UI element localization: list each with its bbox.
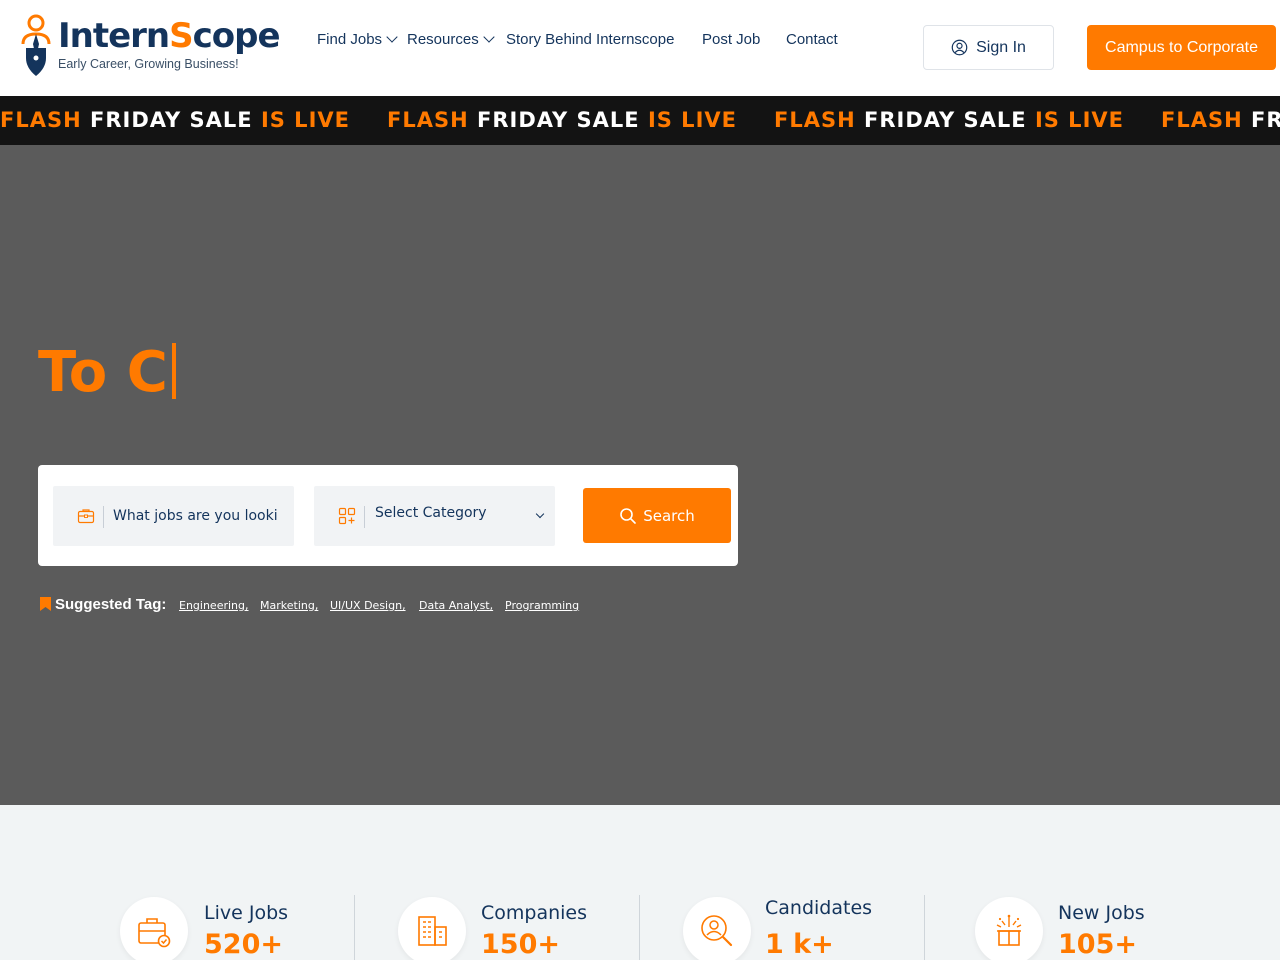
tag-engineering[interactable]: Engineering,: [179, 599, 249, 612]
keyword-field: [53, 486, 294, 546]
keyword-search-input[interactable]: [113, 504, 278, 528]
new-jobs-stat-icon: [975, 897, 1043, 960]
ticker-message: FLASH FRIDAY SALE IS LIVE: [774, 108, 1124, 132]
typing-cursor: [171, 343, 176, 399]
new-jobs-value: 105+: [1058, 929, 1137, 960]
nav-resources[interactable]: Resources: [407, 31, 495, 48]
field-separator: [364, 506, 365, 528]
briefcase-icon: [77, 509, 95, 524]
ticker-message: FLASH FRIDAY SALE IS LIVE: [1161, 108, 1280, 132]
field-separator: [103, 506, 104, 528]
brand-tagline: Early Career, Growing Business!: [58, 57, 239, 71]
nav-find-jobs[interactable]: Find Jobs: [317, 31, 398, 48]
site-logo[interactable]: InternScope Early Career, Growing Busine…: [20, 14, 281, 78]
logo-person-icon: [21, 14, 51, 76]
job-search-form: Select Category Search: [38, 465, 738, 566]
companies-label: Companies: [481, 902, 588, 924]
tag-data-analyst[interactable]: Data Analyst,: [419, 599, 493, 612]
nav-story-label: Story Behind Internscope: [506, 31, 675, 48]
suggested-tags-label: Suggested Tag:: [55, 596, 167, 613]
category-select[interactable]: Select Category: [314, 486, 555, 546]
nav-story[interactable]: Story Behind Internscope: [506, 31, 674, 48]
nav-post-job-label: Post Job: [702, 31, 761, 48]
hero-title-text: To C: [38, 340, 168, 405]
chevron-down-icon: [386, 31, 398, 43]
stat-divider: [354, 895, 355, 960]
ticker-message: FLASH FRIDAY SALE IS LIVE: [0, 108, 350, 132]
briefcase-icon: [138, 918, 171, 948]
companies-value: 150+: [481, 929, 560, 960]
chevron-down-icon: [483, 31, 495, 43]
search-button[interactable]: Search: [583, 488, 731, 543]
stats-section: Live Jobs 520+ Companies 150+ Candidates…: [0, 805, 1280, 960]
gift-box-icon: [996, 914, 1022, 946]
sign-in-label: Sign In: [976, 38, 1026, 56]
candidates-value: 1 k+: [765, 929, 834, 960]
ticker-message: FLASH FRIDAY SALE IS LIVE: [387, 108, 737, 132]
search-icon: [620, 507, 637, 524]
tag-programming[interactable]: Programming: [505, 599, 579, 612]
nav-post-job[interactable]: Post Job: [702, 31, 760, 48]
search-button-label: Search: [643, 506, 695, 525]
tag-marketing[interactable]: Marketing,: [260, 599, 318, 612]
tag-ui-ux-design[interactable]: UI/UX Design,: [330, 599, 406, 612]
live-jobs-stat-icon: [120, 897, 188, 960]
category-grid-icon: [338, 507, 356, 525]
candidate-search-icon: [701, 915, 733, 947]
candidates-label: Candidates: [765, 897, 873, 919]
nav-contact-label: Contact: [786, 31, 838, 48]
new-jobs-label: New Jobs: [1058, 902, 1145, 924]
brand-name: InternScope: [58, 16, 281, 56]
campus-to-corporate-button[interactable]: Campus to Corporate: [1087, 25, 1276, 70]
hero-section: To C Select Category Search Suggested Ta…: [0, 145, 1280, 805]
hero-typing-title: To C: [38, 340, 176, 405]
candidates-stat-icon: [683, 897, 751, 960]
nav-contact[interactable]: Contact: [786, 31, 838, 48]
live-jobs-label: Live Jobs: [204, 902, 289, 924]
site-header: InternScope Early Career, Growing Busine…: [0, 0, 1280, 96]
nav-find-jobs-label: Find Jobs: [317, 31, 383, 48]
sign-in-button[interactable]: Sign In: [923, 25, 1054, 70]
chevron-down-icon: [535, 509, 545, 519]
companies-stat-icon: [398, 897, 466, 960]
bookmark-icon: [40, 597, 51, 611]
sale-ticker: FLASH FRIDAY SALE IS LIVE FLASH FRIDAY S…: [0, 96, 1280, 145]
stat-divider: [924, 895, 925, 960]
user-circle-icon: [951, 39, 968, 56]
stat-divider: [639, 895, 640, 960]
live-jobs-value: 520+: [204, 929, 283, 960]
nav-resources-label: Resources: [407, 31, 479, 48]
building-icon: [418, 916, 447, 946]
category-select-value: Select Category: [375, 505, 487, 521]
